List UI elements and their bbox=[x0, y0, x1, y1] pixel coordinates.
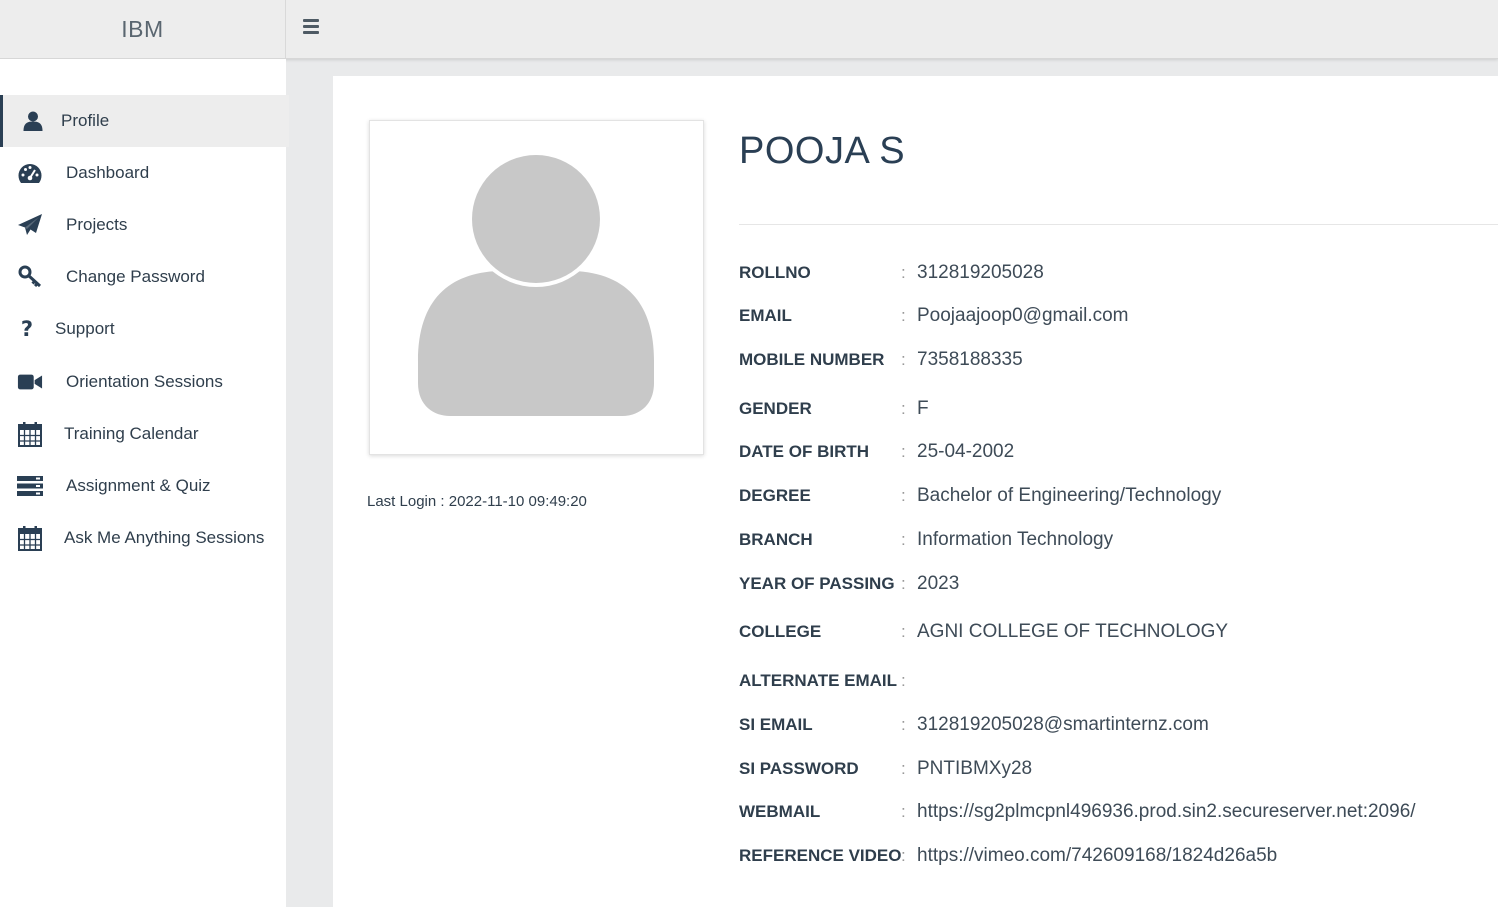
field-separator: : bbox=[901, 622, 906, 641]
server-list-icon bbox=[17, 473, 43, 499]
field-separator: : bbox=[901, 802, 906, 821]
field-si-password: SI PASSWORD : PNTIBMXy28 bbox=[739, 755, 1032, 783]
field-separator: : bbox=[901, 263, 906, 282]
field-separator: : bbox=[901, 350, 906, 369]
field-label: EMAIL bbox=[739, 306, 792, 325]
field-value: F bbox=[917, 398, 929, 419]
field-separator: : bbox=[901, 715, 906, 734]
sidebar-item-assignment-quiz[interactable]: Assignment & Quiz bbox=[0, 460, 286, 512]
webmail-link[interactable]: https://sg2plmcpnl496936.prod.sin2.secur… bbox=[917, 801, 1416, 823]
field-value: 2023 bbox=[917, 573, 960, 594]
sidebar-item-label: Ask Me Anything Sessions bbox=[64, 528, 265, 547]
field-label: SI EMAIL bbox=[739, 715, 813, 734]
field-value: 25-04-2002 bbox=[917, 441, 1015, 462]
key-icon bbox=[17, 264, 43, 290]
profile-panel: Last Login : 2022-11-10 09:49:20 POOJA S… bbox=[333, 76, 1498, 907]
sidebar-item-orientation-sessions[interactable]: Orientation Sessions bbox=[0, 356, 286, 408]
avatar bbox=[369, 120, 704, 455]
question-icon: ? bbox=[20, 317, 34, 341]
field-separator: : bbox=[901, 399, 906, 418]
field-label: DATE OF BIRTH bbox=[739, 442, 870, 461]
sidebar-item-projects[interactable]: Projects bbox=[0, 199, 286, 251]
field-label: COLLEGE bbox=[739, 622, 822, 641]
field-reference-video: REFERENCE VIDEO : https://vimeo.com/7426… bbox=[739, 842, 1277, 870]
field-date-of-birth: DATE OF BIRTH : 25-04-2002 bbox=[739, 438, 1014, 466]
field-label: ALTERNATE EMAIL bbox=[739, 671, 898, 690]
divider bbox=[739, 224, 1498, 225]
field-separator: : bbox=[901, 530, 906, 549]
field-degree: DEGREE : Bachelor of Engineering/Technol… bbox=[739, 482, 1221, 510]
field-value: 7358188335 bbox=[917, 349, 1023, 370]
avatar-placeholder-icon bbox=[418, 151, 654, 416]
field-label: WEBMAIL bbox=[739, 802, 821, 821]
field-value: 312819205028@smartinternz.com bbox=[917, 714, 1209, 735]
sidebar-item-label: Orientation Sessions bbox=[66, 372, 223, 391]
field-label: YEAR OF PASSING bbox=[739, 574, 895, 593]
field-year-of-passing: YEAR OF PASSING : 2023 bbox=[739, 570, 959, 598]
hamburger-menu-icon[interactable] bbox=[303, 17, 321, 35]
video-camera-icon bbox=[17, 369, 43, 395]
calendar-icon bbox=[17, 525, 43, 551]
user-icon bbox=[20, 108, 46, 134]
dashboard-icon bbox=[17, 160, 43, 186]
field-value: PNTIBMXy28 bbox=[917, 758, 1033, 779]
field-value: Bachelor of Engineering/Technology bbox=[917, 485, 1222, 506]
field-label: DEGREE bbox=[739, 486, 811, 505]
reference-video-link[interactable]: https://vimeo.com/742609168/1824d26a5b bbox=[917, 845, 1277, 867]
field-separator: : bbox=[901, 442, 906, 461]
field-college: COLLEGE : AGNI COLLEGE OF TECHNOLOGY bbox=[739, 618, 1228, 646]
field-label: MOBILE NUMBER bbox=[739, 350, 885, 369]
sidebar-item-label: Dashboard bbox=[66, 163, 150, 182]
sidebar-item-label: Change Password bbox=[66, 267, 205, 286]
sidebar-item-label: Assignment & Quiz bbox=[66, 476, 211, 495]
sidebar-item-label: Support bbox=[55, 319, 115, 338]
sidebar-item-dashboard[interactable]: Dashboard bbox=[0, 147, 286, 199]
field-separator: : bbox=[901, 846, 906, 865]
sidebar: Profile Dashboard Projects Change Passwo… bbox=[0, 59, 289, 907]
sidebar-item-training-calendar[interactable]: Training Calendar bbox=[0, 408, 286, 460]
sidebar-item-ask-me-anything[interactable]: Ask Me Anything Sessions bbox=[0, 512, 286, 564]
field-label: REFERENCE VIDEO bbox=[739, 846, 902, 865]
field-branch: BRANCH : Information Technology bbox=[739, 526, 1113, 554]
field-mobile-number: MOBILE NUMBER : 7358188335 bbox=[739, 346, 1023, 374]
paper-plane-icon bbox=[17, 212, 43, 238]
calendar-icon bbox=[17, 421, 43, 447]
field-alternate-email: ALTERNATE EMAIL : bbox=[739, 667, 917, 695]
sidebar-item-label: Profile bbox=[61, 111, 110, 130]
sidebar-item-support[interactable]: ? Support bbox=[0, 303, 286, 355]
field-separator: : bbox=[901, 671, 906, 690]
profile-name: POOJA S bbox=[739, 130, 906, 172]
sidebar-item-label: Training Calendar bbox=[64, 424, 199, 443]
field-label: SI PASSWORD bbox=[739, 759, 859, 778]
brand-logo[interactable]: IBM bbox=[0, 0, 286, 58]
field-separator: : bbox=[901, 486, 906, 505]
field-webmail: WEBMAIL : https://sg2plmcpnl496936.prod.… bbox=[739, 798, 1416, 826]
field-rollno: ROLLNO : 312819205028 bbox=[739, 259, 1044, 287]
field-gender: GENDER : F bbox=[739, 395, 929, 423]
top-navbar: IBM bbox=[0, 0, 1498, 59]
sidebar-item-label: Projects bbox=[66, 215, 128, 234]
field-value: AGNI COLLEGE OF TECHNOLOGY bbox=[917, 621, 1229, 642]
field-separator: : bbox=[901, 759, 906, 778]
field-label: ROLLNO bbox=[739, 263, 811, 282]
field-si-email: SI EMAIL : 312819205028@smartinternz.com bbox=[739, 711, 1209, 739]
field-separator: : bbox=[901, 574, 906, 593]
field-value: 312819205028 bbox=[917, 262, 1044, 283]
last-login: Last Login : 2022-11-10 09:49:20 bbox=[367, 493, 587, 510]
field-label: GENDER bbox=[739, 399, 812, 418]
field-email: EMAIL : Poojaajoop0@gmail.com bbox=[739, 302, 1129, 330]
sidebar-item-profile[interactable]: Profile bbox=[0, 95, 289, 147]
sidebar-item-change-password[interactable]: Change Password bbox=[0, 251, 286, 303]
field-separator: : bbox=[901, 306, 906, 325]
field-value: Information Technology bbox=[917, 529, 1114, 550]
field-value: Poojaajoop0@gmail.com bbox=[917, 305, 1129, 326]
field-label: BRANCH bbox=[739, 530, 813, 549]
